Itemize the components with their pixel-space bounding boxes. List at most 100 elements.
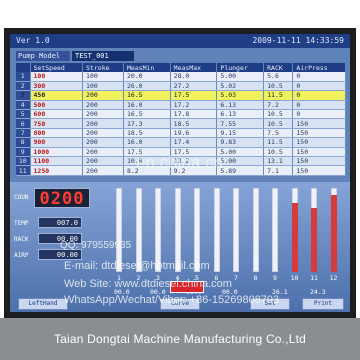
row-icon: 11 [16, 165, 31, 176]
print-button[interactable]: Print [302, 298, 344, 310]
table-row[interactable]: 8 900 200 16.0 17.4 9.83 11.5 150 [16, 137, 346, 148]
table-cell-rack: 11.5 [263, 90, 294, 101]
row-icon: 6 [16, 118, 31, 129]
column-header: Stroke [82, 63, 124, 72]
table-cell-min: 16.5 [123, 90, 171, 101]
datetime-label: 2009-11-11 14:33:59 [252, 36, 344, 45]
table-cell-air: 0 [292, 81, 346, 92]
count-label: COUN [14, 194, 29, 201]
table-cell-rack: 10.5 [263, 118, 294, 129]
column-header: MeasMin [123, 63, 171, 72]
watermark-whatsapp: WhatsApp/Wechat/Viber: +86-15269808703 [64, 294, 280, 306]
table-cell-max: 17.8 [170, 109, 218, 120]
table-cell-speed: 600 [30, 109, 84, 120]
table-cell-min: 20.0 [123, 72, 171, 82]
table-row[interactable]: 5 600 200 16.5 17.8 6.13 10.5 0 [16, 109, 346, 120]
table-cell-max: 18.5 [170, 118, 218, 129]
table-header-row: SetSpeed Stroke MeasMin MeasMax Plunger … [16, 63, 346, 72]
title-bar: Ver 1.0 2009-11-11 14:33:59 [10, 34, 350, 48]
table-cell-air: 150 [292, 137, 346, 148]
table-cell-speed: 750 [30, 118, 84, 129]
cylinder-fill [311, 208, 317, 272]
column-header: Plunger [216, 63, 265, 72]
table-cell-air: 0 [292, 90, 346, 101]
table-cell-rack: 10.5 [263, 147, 294, 158]
row-icon: 1 [16, 72, 31, 82]
column-header: AirPress [292, 63, 346, 72]
cylinder-fill [330, 195, 337, 272]
table-cell-plunger: 5.03 [216, 90, 265, 101]
cylinder-number: 10 [290, 274, 299, 282]
table-cell-rack: 7.1 [263, 165, 294, 176]
table-cell-speed: 1000 [30, 147, 84, 158]
table-cell-stroke: 200 [82, 118, 124, 129]
table-cell-air: 0 [292, 100, 346, 111]
row-icon: 7 [16, 128, 31, 139]
temp-label: TEMP [14, 220, 29, 227]
table-cell-speed: 450 [30, 90, 84, 101]
table-cell-air: 150 [292, 165, 346, 176]
cylinder-number: 9 [273, 274, 277, 282]
table-row[interactable]: 3 450 200 16.5 17.5 5.03 11.5 0 [16, 90, 346, 101]
table-row[interactable]: 6 750 200 17.3 18.5 7.55 10.5 150 [16, 118, 346, 129]
table-cell-rack: 7.2 [263, 100, 294, 111]
table-cell-stroke: 200 [82, 147, 124, 158]
table-cell-plunger: 7.55 [216, 118, 265, 129]
table-cell-air: 150 [292, 118, 346, 129]
company-footer: Taian Dongtai Machine Manufacturing Co.,… [0, 318, 360, 360]
table-cell-rack: 10.5 [263, 81, 294, 92]
table-cell-min: 17.3 [123, 118, 171, 129]
table-cell-max: 28.0 [170, 72, 218, 82]
cylinder-10 [291, 188, 298, 272]
cylinder-9 [272, 188, 278, 272]
cylinder-12 [330, 188, 337, 272]
table-row[interactable]: 4 500 200 16.0 17.2 6.13 7.2 0 [16, 100, 346, 111]
row-icon: 10 [16, 156, 31, 167]
table-row[interactable]: 1 100 100 20.0 28.0 5.00 5.6 0 [16, 72, 346, 82]
row-icon: 8 [16, 137, 31, 148]
table-cell-stroke: 200 [82, 109, 124, 120]
column-header: MeasMax [170, 63, 218, 72]
watermark-qq: QQ: 979559935 [60, 240, 132, 251]
column-header: SetSpeed [30, 63, 84, 72]
table-cell-stroke: 200 [82, 165, 124, 176]
row-icon: 4 [16, 100, 31, 111]
readout-value: 24.3 [310, 288, 326, 296]
table-cell-air: 150 [292, 128, 346, 139]
table-cell-stroke: 200 [82, 100, 124, 111]
table-cell-speed: 500 [30, 100, 84, 111]
column-header: RACK [263, 63, 294, 72]
table-cell-min: 16.0 [123, 137, 171, 148]
temp-value: 007.0 [38, 217, 82, 228]
table-cell-rack: 11.5 [263, 137, 294, 148]
table-cell-max: 19.6 [170, 128, 218, 139]
table-cell-speed: 800 [30, 128, 84, 139]
version-label: Ver 1.0 [16, 36, 50, 45]
table-cell-max: 17.5 [170, 90, 218, 101]
cylinder-11 [311, 188, 317, 272]
table-row[interactable]: 2 300 100 26.0 27.2 5.02 10.5 0 [16, 81, 346, 92]
table-cell-air: 0 [292, 109, 346, 120]
table-cell-rack: 10.5 [263, 109, 294, 120]
table-cell-plunger: 5.00 [216, 156, 265, 167]
table-cell-plunger: 6.13 [216, 109, 265, 120]
cylinder-7 [233, 188, 239, 272]
table-cell-rack: 7.5 [263, 128, 294, 139]
cylinder-number: 12 [329, 274, 338, 282]
watermark-email: E-mail: dtdiesel@hotmail.com [64, 260, 210, 272]
table-cell-max: 17.4 [170, 137, 218, 148]
cylinder-8 [252, 188, 259, 272]
table-cell-stroke: 100 [82, 81, 124, 92]
watermark-center: en.china.cn [136, 153, 223, 172]
table-cell-min: 16.5 [123, 109, 171, 120]
row-icon: 9 [16, 147, 31, 158]
pump-model-field[interactable]: TEST_001 [72, 51, 134, 61]
table-cell-stroke: 100 [82, 72, 124, 82]
table-cell-rack: 5.6 [263, 72, 294, 82]
row-icon: 2 [16, 81, 31, 92]
table-cell-max: 27.2 [170, 81, 218, 92]
table-cell-plunger: 5.00 [216, 147, 265, 158]
left-hand-button[interactable]: LeftHand [18, 298, 68, 310]
rack-label: RACK [14, 236, 29, 243]
table-row[interactable]: 7 800 200 18.5 19.6 9.15 7.5 150 [16, 128, 346, 139]
